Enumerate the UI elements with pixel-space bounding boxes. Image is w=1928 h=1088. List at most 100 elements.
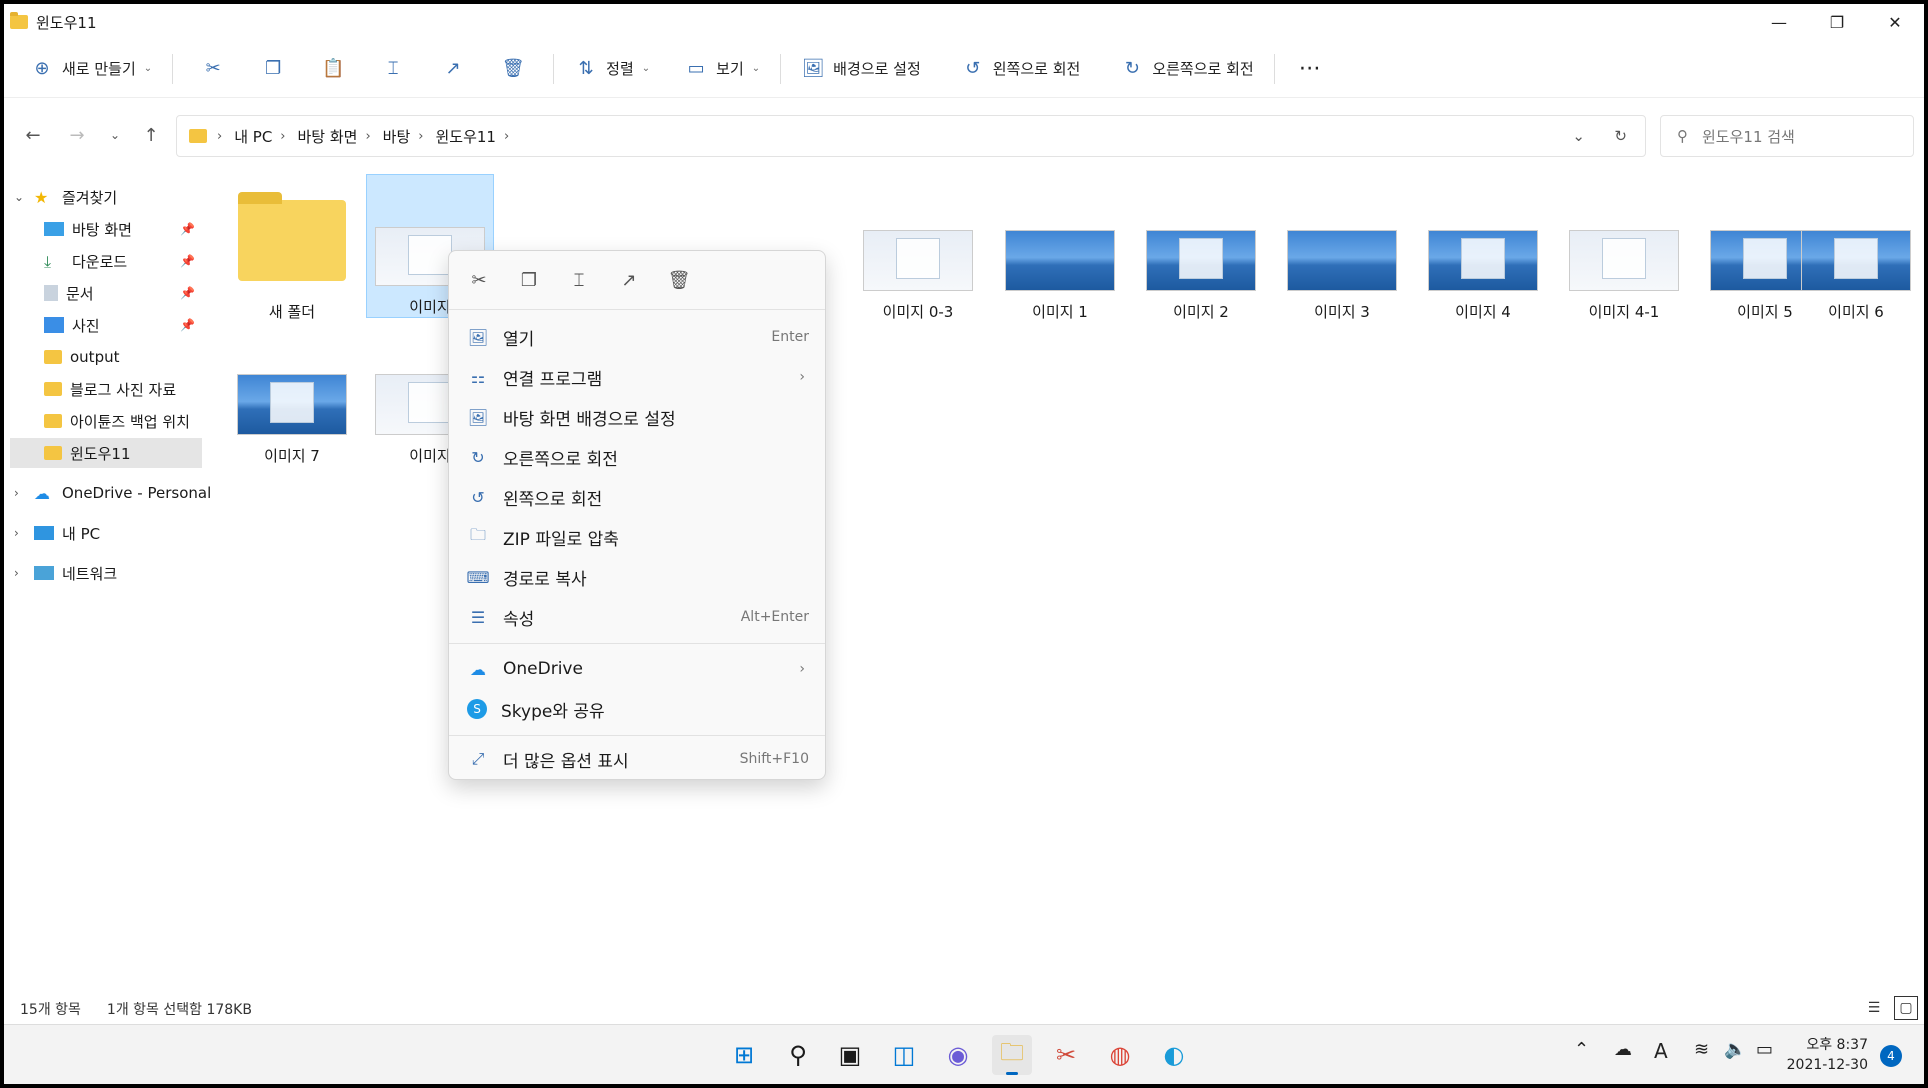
menu-item-set-desktop-background[interactable]: 🖼 바탕 화면 배경으로 설정 xyxy=(455,399,821,435)
folder-icon xyxy=(10,12,28,29)
set-background-label: 배경으로 설정 xyxy=(833,60,921,78)
sidebar-quick-access[interactable]: ⌄ ★ 즐겨찾기 xyxy=(4,182,117,212)
paste-button[interactable]: 📋 xyxy=(303,49,363,89)
sort-button[interactable]: ⇅ 정렬 ⌄ xyxy=(564,49,660,89)
more-options-button[interactable]: ⋯ xyxy=(1285,49,1335,89)
pin-icon[interactable]: 📌 xyxy=(180,286,195,300)
menu-item-compress-zip[interactable]: 🗀 ZIP 파일로 압축 xyxy=(455,519,821,555)
sidebar-item-pictures[interactable]: 사진 📌 xyxy=(4,310,195,340)
navigation-bar: ← → ⌄ ↑ › 내 PC › 바탕 화면 › 바탕 › 윈도우11 › ⌄ … xyxy=(4,112,1924,158)
chat-icon[interactable]: ◉ xyxy=(938,1035,978,1075)
pin-icon[interactable]: 📌 xyxy=(180,318,195,332)
menu-item-rotate-right[interactable]: ↻ 오른쪽으로 회전 xyxy=(455,439,821,475)
cut-button[interactable]: ✂ xyxy=(461,262,497,298)
set-background-button[interactable]: 🖼 배경으로 설정 xyxy=(791,49,931,89)
ime-indicator[interactable]: A xyxy=(1654,1039,1668,1063)
new-button[interactable]: ⊕ 새로 만들기 ⌄ xyxy=(20,49,162,89)
menu-item-open-with[interactable]: ⚏ 연결 프로그램 › xyxy=(455,359,821,395)
restore-button[interactable]: ❐ xyxy=(1808,4,1866,40)
close-button[interactable]: ✕ xyxy=(1866,4,1924,40)
edge-icon[interactable]: ◐ xyxy=(1154,1035,1194,1075)
rename-button[interactable]: ⌶ xyxy=(561,262,597,298)
forward-button[interactable]: → xyxy=(62,120,92,150)
file-item[interactable]: 이미지 2 xyxy=(1137,178,1265,322)
file-item[interactable]: 이미지 7 xyxy=(228,322,356,466)
details-view-button[interactable]: ☰ xyxy=(1862,996,1886,1020)
sidebar-item-itunes-backup[interactable]: 아이튠즈 백업 위치 xyxy=(4,406,190,436)
file-item[interactable]: 이미지 4 xyxy=(1419,178,1547,322)
file-item[interactable]: 이미지 4-1 xyxy=(1560,178,1688,322)
copy-button[interactable]: ❐ xyxy=(243,49,303,89)
share-button[interactable]: ↗ xyxy=(611,262,647,298)
chevron-right-icon: › xyxy=(14,526,19,540)
volume-icon[interactable]: 🔈 xyxy=(1724,1039,1746,1060)
minimize-button[interactable]: — xyxy=(1750,4,1808,40)
rotate-right-button[interactable]: ↻ 오른쪽으로 회전 xyxy=(1110,49,1263,89)
rename-button[interactable]: ⌶ xyxy=(363,49,423,89)
sidebar-item-documents[interactable]: 문서 📌 xyxy=(4,278,195,308)
onedrive-tray-icon[interactable]: ☁ xyxy=(1614,1039,1632,1060)
pin-icon[interactable]: 📌 xyxy=(180,254,195,268)
back-button[interactable]: ← xyxy=(18,120,48,150)
address-bar[interactable]: › 내 PC › 바탕 화면 › 바탕 › 윈도우11 › ⌄ ↻ xyxy=(176,115,1646,157)
sidebar-item-blog-photos[interactable]: 블로그 사진 자료 xyxy=(4,374,176,404)
sidebar-item-output[interactable]: output xyxy=(4,342,119,372)
menu-item-rotate-left[interactable]: ↺ 왼쪽으로 회전 xyxy=(455,479,821,515)
rotate-left-button[interactable]: ↺ 왼쪽으로 회전 xyxy=(951,49,1091,89)
file-item[interactable]: 이미지 6 xyxy=(1792,178,1920,322)
address-dropdown-icon[interactable]: ⌄ xyxy=(1572,127,1585,145)
snipping-tool-icon[interactable]: ✂ xyxy=(1046,1035,1086,1075)
file-item[interactable]: 이미지 1 xyxy=(996,178,1124,322)
pin-icon[interactable]: 📌 xyxy=(180,222,195,236)
menu-item-copy-path[interactable]: ⌨ 경로로 복사 xyxy=(455,559,821,595)
copy-button[interactable]: ❐ xyxy=(511,262,547,298)
sidebar-item-onedrive[interactable]: › ☁ OneDrive - Personal xyxy=(4,478,211,508)
menu-item-share-skype[interactable]: S Skype와 공유 xyxy=(455,691,821,727)
menu-item-onedrive[interactable]: ☁ OneDrive › xyxy=(455,651,821,687)
notification-badge[interactable]: 4 xyxy=(1880,1045,1902,1067)
battery-icon[interactable]: ▭ xyxy=(1756,1039,1773,1060)
sidebar-item-windows11[interactable]: 윈도우11 xyxy=(10,438,202,468)
sidebar-item-this-pc[interactable]: › 내 PC xyxy=(4,518,100,548)
sidebar-label: 문서 xyxy=(66,284,94,303)
start-icon[interactable]: ⊞ xyxy=(724,1035,764,1075)
refresh-icon[interactable]: ↻ xyxy=(1614,127,1627,145)
cut-button[interactable]: ✂ xyxy=(183,49,243,89)
sidebar-item-desktop[interactable]: 바탕 화면 📌 xyxy=(4,214,195,244)
recent-locations-button[interactable]: ⌄ xyxy=(100,120,130,150)
menu-item-show-more-options[interactable]: ⤢ 더 많은 옵션 표시 Shift+F10 xyxy=(455,741,821,777)
chevron-up-icon[interactable]: ⌃ xyxy=(1574,1039,1589,1060)
file-item[interactable]: 새 폴더 xyxy=(228,178,356,322)
delete-button[interactable]: 🗑 xyxy=(661,262,697,298)
sidebar-item-downloads[interactable]: ⤓ 다운로드 📌 xyxy=(4,246,195,276)
breadcrumb-this-pc[interactable]: 내 PC xyxy=(234,126,272,147)
sidebar-item-network[interactable]: › 네트워크 xyxy=(4,558,117,588)
file-item[interactable]: 이미지 3 xyxy=(1278,178,1406,322)
share-button[interactable]: ↗ xyxy=(423,49,483,89)
view-button[interactable]: ▭ 보기 ⌄ xyxy=(674,49,770,89)
divider xyxy=(449,643,825,644)
breadcrumb-desktop[interactable]: 바탕 화면 xyxy=(298,126,358,147)
thumbnail-window xyxy=(1743,238,1787,280)
chevron-right-icon: › xyxy=(799,369,805,385)
file-explorer-icon[interactable]: 🗀 xyxy=(992,1035,1032,1075)
search-icon[interactable]: ⚲ xyxy=(778,1035,818,1075)
file-item[interactable]: 이미지 0-3 xyxy=(854,178,982,322)
menu-item-open[interactable]: 🖼 열기 Enter xyxy=(455,319,821,355)
download-icon: ⤓ xyxy=(44,252,52,271)
folder-icon xyxy=(44,382,62,396)
search-box[interactable]: ⚲ 윈도우11 검색 xyxy=(1660,115,1914,157)
task-view-icon[interactable]: ▣ xyxy=(830,1035,870,1075)
tiles-view-button[interactable]: ▢ xyxy=(1894,996,1918,1020)
divider xyxy=(172,53,174,84)
breadcrumb-windows11[interactable]: 윈도우11 xyxy=(435,126,496,147)
widgets-icon[interactable]: ◫ xyxy=(884,1035,924,1075)
clock[interactable]: 오후 8:37 2021-12-30 xyxy=(1787,1035,1868,1075)
up-button[interactable]: ↑ xyxy=(136,120,166,150)
wifi-icon[interactable]: ≋ xyxy=(1694,1039,1709,1060)
menu-item-properties[interactable]: ☰ 속성 Alt+Enter xyxy=(455,599,821,635)
chrome-icon[interactable]: ◍ xyxy=(1100,1035,1140,1075)
image-icon: 🖼 xyxy=(467,407,489,427)
breadcrumb-batang[interactable]: 바탕 xyxy=(383,126,411,147)
delete-button[interactable]: 🗑 xyxy=(483,49,543,89)
